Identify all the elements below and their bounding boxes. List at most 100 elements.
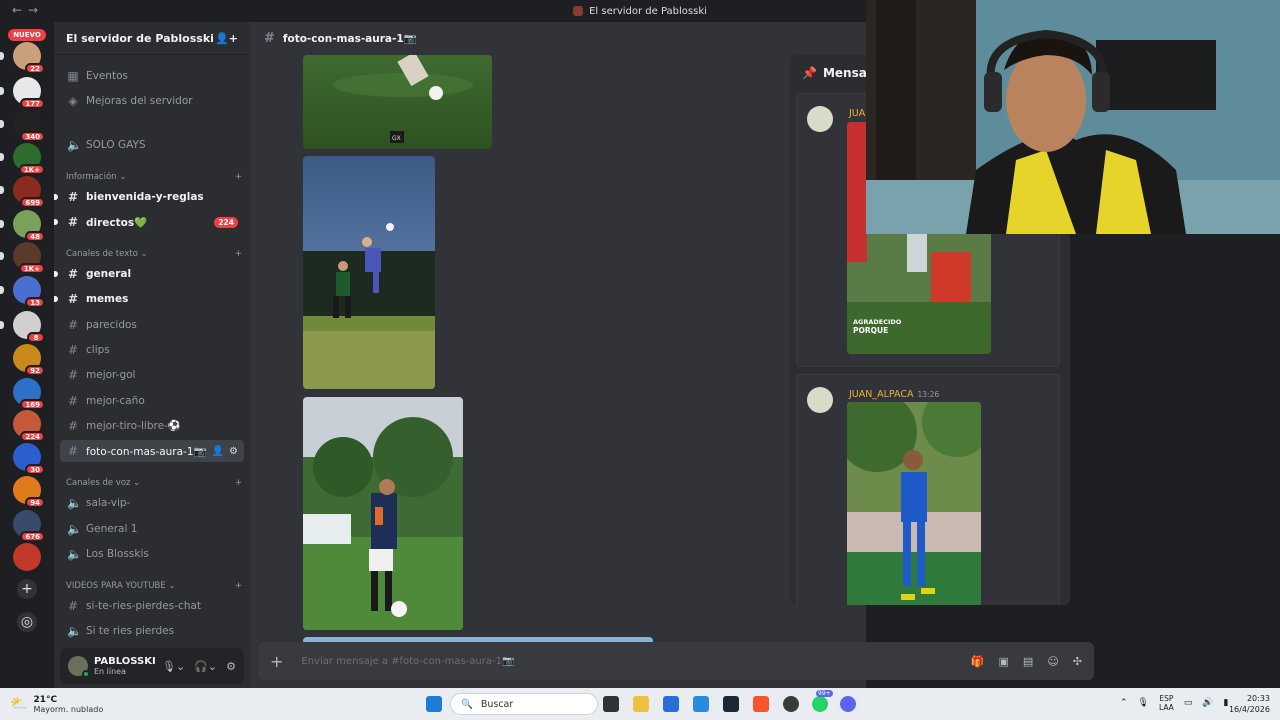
sticker-icon[interactable]: ▤ — [1023, 655, 1033, 668]
server-icon[interactable]: 30 — [13, 443, 45, 475]
channel-item[interactable]: # mejor-caño — [60, 390, 244, 412]
server-icon[interactable]: 699 — [0, 176, 45, 208]
server-icon[interactable]: 1K+ — [0, 143, 45, 175]
server-icon[interactable]: 13 — [0, 276, 45, 308]
headphones-icon[interactable]: 🎧⌄ — [194, 660, 217, 673]
channel-item[interactable]: # mejor-gol — [60, 364, 244, 386]
server-icon[interactable]: 1K+ — [0, 242, 45, 274]
category-text-channels[interactable]: Canales de texto ⌄ + — [66, 249, 242, 259]
server-icon[interactable]: 224 — [13, 410, 45, 442]
plus-icon[interactable]: + — [270, 652, 283, 671]
image-caption: PORQUE — [853, 326, 888, 335]
explore-icon[interactable]: ◎ — [17, 612, 37, 632]
windows-start-icon[interactable] — [426, 696, 442, 712]
sidebar-item-boosts[interactable]: ◈ Mejoras del servidor — [60, 90, 244, 112]
invite-icon[interactable]: 👤 — [212, 446, 224, 457]
weather-widget[interactable]: ⛅ 21°C Mayorm. nublado — [10, 695, 103, 714]
taskbar-clock[interactable]: 20:33 16/4/2026 — [1229, 693, 1270, 715]
voice-channel-general-1[interactable]: 🔈 General 1 — [60, 518, 244, 540]
language-indicator[interactable]: ESP LAA — [1159, 694, 1174, 712]
invite-icon[interactable]: 👤+ — [215, 32, 238, 45]
microphone-icon[interactable]: 🎙 — [1138, 698, 1149, 708]
category-info[interactable]: Información ⌄ + — [66, 172, 242, 182]
back-forward-arrows-icon[interactable]: ←→ — [12, 3, 44, 17]
channel-si-te-ries-pierdes-chat[interactable]: # si-te-ries-pierdes-chat — [60, 595, 244, 617]
chat-image-3[interactable] — [303, 397, 463, 630]
message-author: JUAN_ALPACA 13:26 — [849, 389, 940, 400]
add-channel-icon[interactable]: + — [235, 249, 242, 259]
monitor-icon[interactable]: ▭ — [1184, 698, 1193, 708]
avatar[interactable] — [68, 656, 90, 678]
category-voice-channels[interactable]: Canales de voz ⌄ + — [66, 478, 242, 488]
online-status-dot — [82, 670, 90, 678]
brave-icon[interactable] — [753, 696, 769, 712]
gif-icon[interactable]: ▣ — [999, 655, 1009, 668]
pin-icon: 📌 — [802, 66, 817, 80]
add-server-icon[interactable]: + — [17, 579, 37, 599]
whatsapp-icon[interactable]: 99+ — [812, 690, 833, 712]
microphone-icon[interactable]: 🎙⌄ — [162, 660, 185, 673]
mention-badge: 30 — [25, 464, 45, 475]
server-icon[interactable]: 177 — [0, 77, 45, 109]
mention-badge: 92 — [25, 365, 45, 376]
pinned-message[interactable]: JUAN_ALPACA 13:26 — [796, 374, 1060, 605]
channel-item[interactable]: # general — [54, 263, 244, 285]
voice-channel-los-blosskis[interactable]: 🔈 Los Blosskis — [60, 543, 244, 565]
voice-channel-solo-gays[interactable]: 🔈 SOLO GAYS — [60, 134, 244, 156]
channel-item[interactable]: # clips — [60, 339, 244, 361]
username: PABLOSSKI — [94, 656, 156, 667]
emoji-icon[interactable]: ☺ — [1047, 655, 1058, 668]
battery-icon[interactable]: ▮ — [1224, 698, 1229, 708]
add-channel-icon[interactable]: + — [235, 172, 242, 182]
hash-icon: # — [67, 342, 79, 357]
gift-icon[interactable]: 🎁 — [971, 655, 985, 668]
message-composer[interactable]: + Enviar mensaje a #foto-con-mas-aura-1📷… — [258, 642, 1094, 680]
steam-icon[interactable] — [723, 696, 739, 712]
server-icon[interactable]: 94 — [13, 476, 45, 508]
server-icon[interactable]: 676 — [13, 510, 45, 542]
server-icon[interactable]: 340 — [0, 110, 45, 142]
mail-icon[interactable] — [693, 696, 709, 712]
store-icon[interactable] — [663, 696, 679, 712]
server-icon[interactable]: 22 — [0, 42, 45, 74]
task-view-icon[interactable] — [603, 696, 619, 712]
category-youtube[interactable]: VIDEOS PARA YOUTUBE ⌄ + — [66, 581, 242, 591]
channel-item[interactable]: # foto-con-mas-aura-1📷 👤 ⚙ — [60, 440, 244, 463]
chat-image-2[interactable] — [303, 156, 435, 389]
add-channel-icon[interactable]: + — [235, 581, 242, 591]
photo-football-kick: GX — [333, 55, 473, 143]
discord-icon[interactable] — [840, 696, 856, 712]
channel-directos[interactable]: # directos💚 224 — [54, 211, 244, 233]
channel-item[interactable]: # memes — [54, 288, 244, 310]
hash-icon: # — [67, 190, 79, 204]
server-icon[interactable]: 169 — [13, 378, 45, 410]
server-header[interactable]: El servidor de Pablosski 👤+ — [54, 22, 250, 55]
hash-icon: # — [67, 393, 79, 408]
add-channel-icon[interactable]: + — [235, 478, 242, 488]
chat-image-1[interactable]: GX — [303, 55, 492, 149]
voice-channel-si-te-ries-pierdes[interactable]: 🔈 Si te ries pierdes — [60, 620, 244, 642]
channel-item[interactable]: # mejor-tiro-libre-⚽ — [60, 415, 244, 437]
hash-icon: # — [67, 368, 79, 383]
channel-bienvenida-y-reglas[interactable]: # bienvenida-y-reglas — [54, 186, 244, 208]
server-icon[interactable] — [13, 543, 41, 571]
server-icon[interactable]: 92 — [13, 344, 45, 376]
server-icon[interactable]: 8 — [0, 311, 45, 343]
voice-channel-sala-vip[interactable]: 🔈 sala-vip- — [60, 492, 244, 514]
channel-item[interactable]: # parecidos — [60, 314, 244, 336]
message-input[interactable]: Enviar mensaje a #foto-con-mas-aura-1📷 — [301, 656, 514, 667]
speaker-icon: 🔈 — [67, 522, 82, 536]
server-icon[interactable]: 48 — [0, 210, 45, 242]
notification-badge: 99+ — [816, 690, 833, 697]
volume-icon[interactable]: 🔊 — [1202, 698, 1213, 708]
taskbar-search[interactable]: 🔍 Buscar — [450, 693, 598, 715]
chevron-up-icon[interactable]: ⌃ — [1120, 698, 1128, 708]
gear-icon[interactable]: ⚙ — [229, 446, 238, 457]
app-icon[interactable] — [783, 696, 799, 712]
gear-icon[interactable]: ⚙ — [226, 660, 236, 673]
apps-icon[interactable]: ✣ — [1073, 655, 1082, 668]
mention-badge: 676 — [20, 531, 45, 542]
file-explorer-icon[interactable] — [633, 696, 649, 712]
sidebar-item-events[interactable]: ▦ Eventos — [60, 65, 244, 87]
pinned-image-2[interactable] — [847, 402, 981, 605]
